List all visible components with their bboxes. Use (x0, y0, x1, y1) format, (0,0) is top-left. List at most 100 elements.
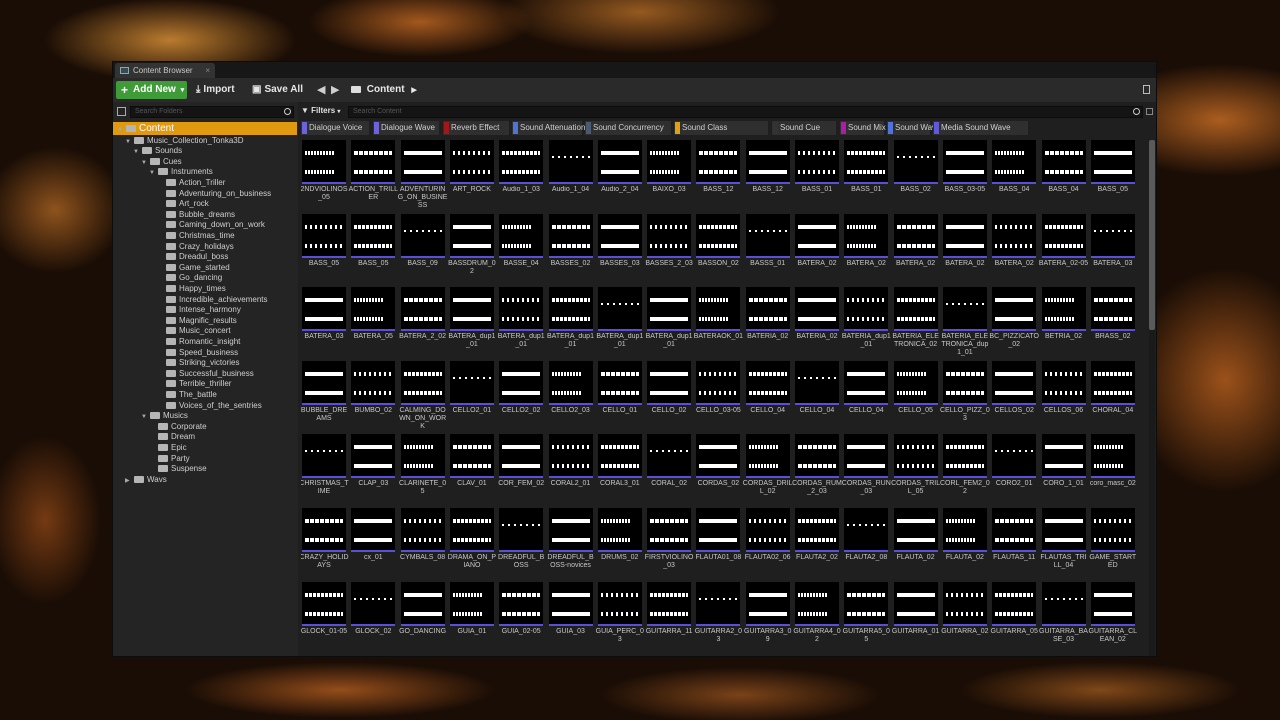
tree-item[interactable]: Go_dancing (113, 272, 297, 283)
sound-wave-asset[interactable]: DRAMA_ON_PIANO (448, 508, 496, 576)
sound-wave-asset[interactable]: coro_masc_02 (1090, 434, 1136, 502)
tree-item[interactable]: ▶ Wavs (113, 474, 297, 485)
sound-wave-asset[interactable]: ADVENTURING_ON_BUSINESS (398, 140, 447, 209)
sound-wave-asset[interactable]: BASS_09 (400, 213, 446, 282)
sound-wave-asset[interactable]: GAME_STARTED (1089, 508, 1136, 576)
sound-wave-asset[interactable]: GUITARRA4_02 (793, 581, 841, 650)
tree-item[interactable]: Game_started (113, 262, 297, 273)
sound-wave-asset[interactable]: BASS_01 (794, 140, 840, 208)
sound-wave-asset[interactable]: BATERA_dup1_01 (646, 287, 693, 355)
tree-item[interactable]: Speed_business (113, 347, 297, 358)
sound-wave-asset[interactable]: GO_DANCING (399, 581, 446, 650)
sound-wave-asset[interactable]: BATERA_02-05 (1039, 213, 1088, 282)
sound-wave-asset[interactable]: CELLO_02 (646, 360, 692, 429)
sound-wave-asset[interactable]: GLOCK_02 (350, 581, 396, 650)
sound-wave-asset[interactable]: CELLO_04 (794, 360, 840, 429)
sound-wave-asset[interactable]: GUITARRA_11 (646, 581, 693, 650)
sound-wave-asset[interactable]: BASS_03-05 (942, 140, 988, 208)
tree-item[interactable]: Romantic_insight (113, 336, 297, 347)
sound-wave-asset[interactable]: ACTION_TRILLER (349, 140, 398, 208)
tree-item[interactable]: Crazy_holidays (113, 241, 297, 252)
tree-item[interactable]: Intense_harmony (113, 304, 297, 315)
sound-wave-asset[interactable]: GUITARRA3_09 (744, 581, 791, 650)
tree-item[interactable]: ▼ Cues (113, 156, 297, 167)
forward-arrow-icon[interactable]: ▶ (331, 81, 339, 99)
content-browser-tab[interactable]: Content Browser × (115, 63, 215, 78)
import-button[interactable]: ⤓ Import (196, 81, 235, 99)
sound-wave-asset[interactable]: GUITARRA_CLEAN_02 (1089, 581, 1137, 650)
lock-icon[interactable] (1143, 85, 1150, 94)
sound-wave-asset[interactable]: FLAUTA2_02 (794, 508, 840, 576)
sound-wave-asset[interactable]: CORO2_01 (991, 434, 1037, 502)
sound-wave-asset[interactable]: FLAUTA01_08 (695, 508, 741, 576)
sound-wave-asset[interactable]: BATERA_dup1_01 (596, 287, 643, 355)
scrollbar-thumb[interactable] (1149, 140, 1155, 330)
sound-wave-asset[interactable]: BASSE_04 (498, 213, 544, 282)
sound-wave-asset[interactable]: CORAL2_01 (548, 434, 594, 502)
filter-chip[interactable]: Dialogue Voice (301, 121, 369, 135)
sound-wave-asset[interactable]: CLAV_01 (449, 434, 495, 502)
tree-item[interactable]: Christmas_time (113, 230, 297, 241)
tree-item[interactable]: Art_rock (113, 198, 297, 209)
sound-wave-asset[interactable]: BAIXO_03 (646, 140, 692, 208)
sound-wave-asset[interactable]: BASS_04 (991, 140, 1037, 208)
filter-chip[interactable]: Sound Wave (887, 121, 941, 135)
filter-chip[interactable]: Sound Mix (840, 121, 886, 135)
tree-item[interactable]: Striking_victories (113, 357, 297, 368)
sound-wave-asset[interactable]: BASSES_2_03 (645, 213, 693, 282)
sound-wave-asset[interactable]: CELLO2_02 (498, 360, 544, 429)
sound-wave-asset[interactable]: FLAUTA2_08 (843, 508, 889, 576)
sound-wave-asset[interactable]: BUMBO_02 (350, 360, 396, 429)
sound-wave-asset[interactable]: CELLO2_01 (449, 360, 495, 429)
sound-wave-asset[interactable]: BASS_12 (745, 140, 791, 208)
sound-wave-asset[interactable]: CALMING_DOWN_ON_WORK (399, 360, 446, 430)
sound-wave-asset[interactable]: GUITARRA_05 (991, 581, 1038, 650)
tree-item[interactable]: Voices_of_the_sentries (113, 400, 297, 411)
tree-item[interactable]: ▼ Sounds (113, 145, 297, 156)
asset-scrollbar[interactable] (1149, 140, 1155, 656)
sound-wave-asset[interactable]: CELLO_01 (597, 360, 643, 429)
sound-wave-asset[interactable]: FLAUTAS_11 (991, 508, 1037, 576)
sound-wave-asset[interactable]: BASSES_02 (548, 213, 594, 282)
sound-wave-asset[interactable]: DRUMS_02 (597, 508, 643, 576)
sound-wave-asset[interactable]: CELLO2_03 (548, 360, 594, 429)
sound-wave-asset[interactable]: CORDAS_DRILL_02 (743, 434, 793, 502)
sound-wave-asset[interactable]: 2NDVIOLINOS_05 (301, 140, 348, 208)
sound-wave-asset[interactable]: BATERA_dup1_01 (547, 287, 594, 355)
sound-wave-asset[interactable]: CRAZY_HOLIDAYS (301, 508, 349, 576)
tree-item[interactable]: ▼ Content (113, 122, 297, 135)
sound-wave-asset[interactable]: BASSDRUM_02 (448, 213, 496, 282)
sound-wave-asset[interactable]: CORDAS_RUN_03 (842, 434, 891, 502)
tree-item[interactable]: Dream (113, 431, 297, 442)
sound-wave-asset[interactable]: CORL_FEM2_02 (940, 434, 990, 502)
sound-wave-asset[interactable]: BC_PIZZICATO_02 (989, 287, 1039, 355)
sound-wave-asset[interactable]: CELLOS_02 (991, 360, 1037, 429)
close-icon[interactable]: × (205, 63, 210, 78)
tree-item[interactable]: Caming_down_on_work (113, 219, 297, 230)
sound-wave-asset[interactable]: GUITARRA_BASE_03 (1039, 581, 1088, 650)
sound-wave-asset[interactable]: FLAUTA02_06 (745, 508, 791, 576)
tree-item[interactable]: Dreadul_boss (113, 251, 297, 262)
sound-wave-asset[interactable]: BASSS_01 (745, 213, 791, 282)
sound-wave-asset[interactable]: DREADFUL_BOSS-novices (547, 508, 594, 576)
tree-item[interactable]: Magnific_results (113, 315, 297, 326)
search-content-input[interactable]: Search Content (348, 106, 1143, 118)
filter-chip[interactable]: Sound Concurrency (585, 121, 671, 135)
save-all-button[interactable]: ▣ Save All (252, 81, 303, 99)
sound-wave-asset[interactable]: BASSES_03 (597, 213, 643, 282)
sound-wave-asset[interactable]: BATERIA_ELETRONICA_dup1_01 (941, 287, 988, 356)
sound-wave-asset[interactable]: BATERA_02 (893, 213, 939, 282)
sound-wave-asset[interactable]: GUIA_01 (449, 581, 495, 650)
sound-wave-asset[interactable]: CORO_1_01 (1041, 434, 1087, 502)
sound-wave-asset[interactable]: BRASS_02 (1090, 287, 1136, 355)
tree-item[interactable]: Music_concert (113, 325, 297, 336)
sound-wave-asset[interactable]: BATERIA_02 (745, 287, 791, 355)
filter-chip[interactable]: Sound Attenuation (512, 121, 585, 135)
filter-chip[interactable]: Media Sound Wave (933, 121, 1028, 135)
sound-wave-asset[interactable]: Audio_2_04 (597, 140, 643, 208)
sound-wave-asset[interactable]: CORAL3_01 (597, 434, 643, 502)
sound-wave-asset[interactable]: BATERA_02 (843, 213, 889, 282)
filters-button[interactable]: ▼ Filters ▾ (301, 106, 340, 115)
sound-wave-asset[interactable]: DREADFUL_BOSS (498, 508, 544, 576)
sound-wave-asset[interactable]: CYMBALS_08 (400, 508, 446, 576)
